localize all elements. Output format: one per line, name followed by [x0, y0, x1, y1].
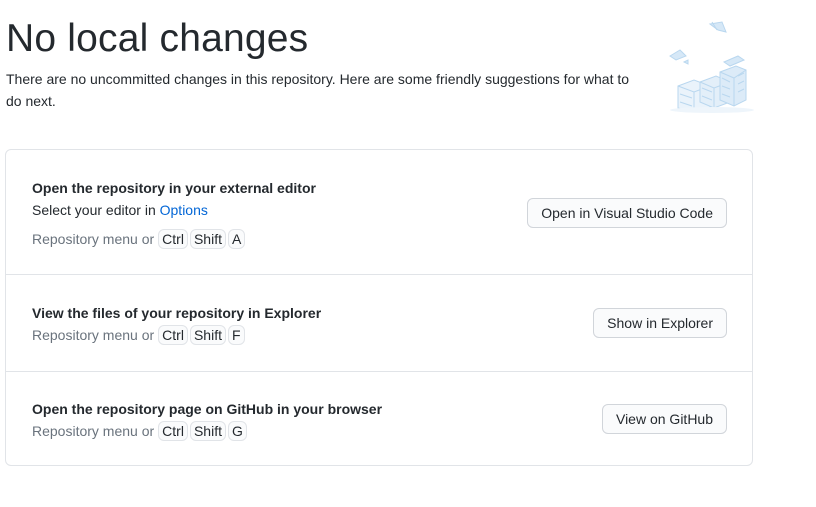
key-a: A — [227, 229, 246, 249]
suggestion-show-explorer: View the files of your repository in Exp… — [6, 275, 752, 371]
open-in-vscode-button[interactable]: Open in Visual Studio Code — [527, 198, 727, 228]
suggestion-title: Open the repository page on GitHub in yo… — [32, 401, 383, 417]
key-f: F — [227, 325, 245, 345]
key-g: G — [227, 421, 247, 441]
key-ctrl: Ctrl — [158, 421, 188, 441]
suggestions-card: Open the repository in your external edi… — [5, 149, 753, 466]
shortcut-label: Repository menu or — [32, 231, 155, 247]
suggestion-open-editor: Open the repository in your external edi… — [6, 150, 752, 274]
options-link[interactable]: Options — [160, 202, 208, 218]
shortcut-hint: Repository menu or Ctrl Shift A — [32, 229, 247, 249]
key-shift: Shift — [189, 421, 226, 441]
key-ctrl: Ctrl — [158, 229, 188, 249]
shortcut-hint: Repository menu or Ctrl Shift G — [32, 421, 249, 441]
key-shift: Shift — [189, 229, 226, 249]
suggestion-title: Open the repository in your external edi… — [32, 180, 316, 196]
page-title: No local changes — [6, 17, 309, 60]
no-changes-view: No local changes There are no uncommitte… — [0, 0, 816, 507]
shortcut-hint: Repository menu or Ctrl Shift F — [32, 325, 247, 345]
shortcut-label: Repository menu or — [32, 327, 155, 343]
empty-repository-illustration-icon — [669, 21, 754, 113]
suggestion-description: Select your editor in Options — [32, 200, 208, 220]
view-on-github-button[interactable]: View on GitHub — [601, 404, 727, 434]
suggestion-view-github: Open the repository page on GitHub in yo… — [6, 372, 752, 466]
page-subtitle: There are no uncommitted changes in this… — [6, 71, 630, 109]
key-ctrl: Ctrl — [158, 325, 188, 345]
suggestion-title: View the files of your repository in Exp… — [32, 305, 322, 321]
shortcut-label: Repository menu or — [32, 423, 155, 439]
show-in-explorer-button[interactable]: Show in Explorer — [593, 308, 727, 338]
key-shift: Shift — [189, 325, 226, 345]
description-text: Select your editor in — [32, 202, 160, 218]
